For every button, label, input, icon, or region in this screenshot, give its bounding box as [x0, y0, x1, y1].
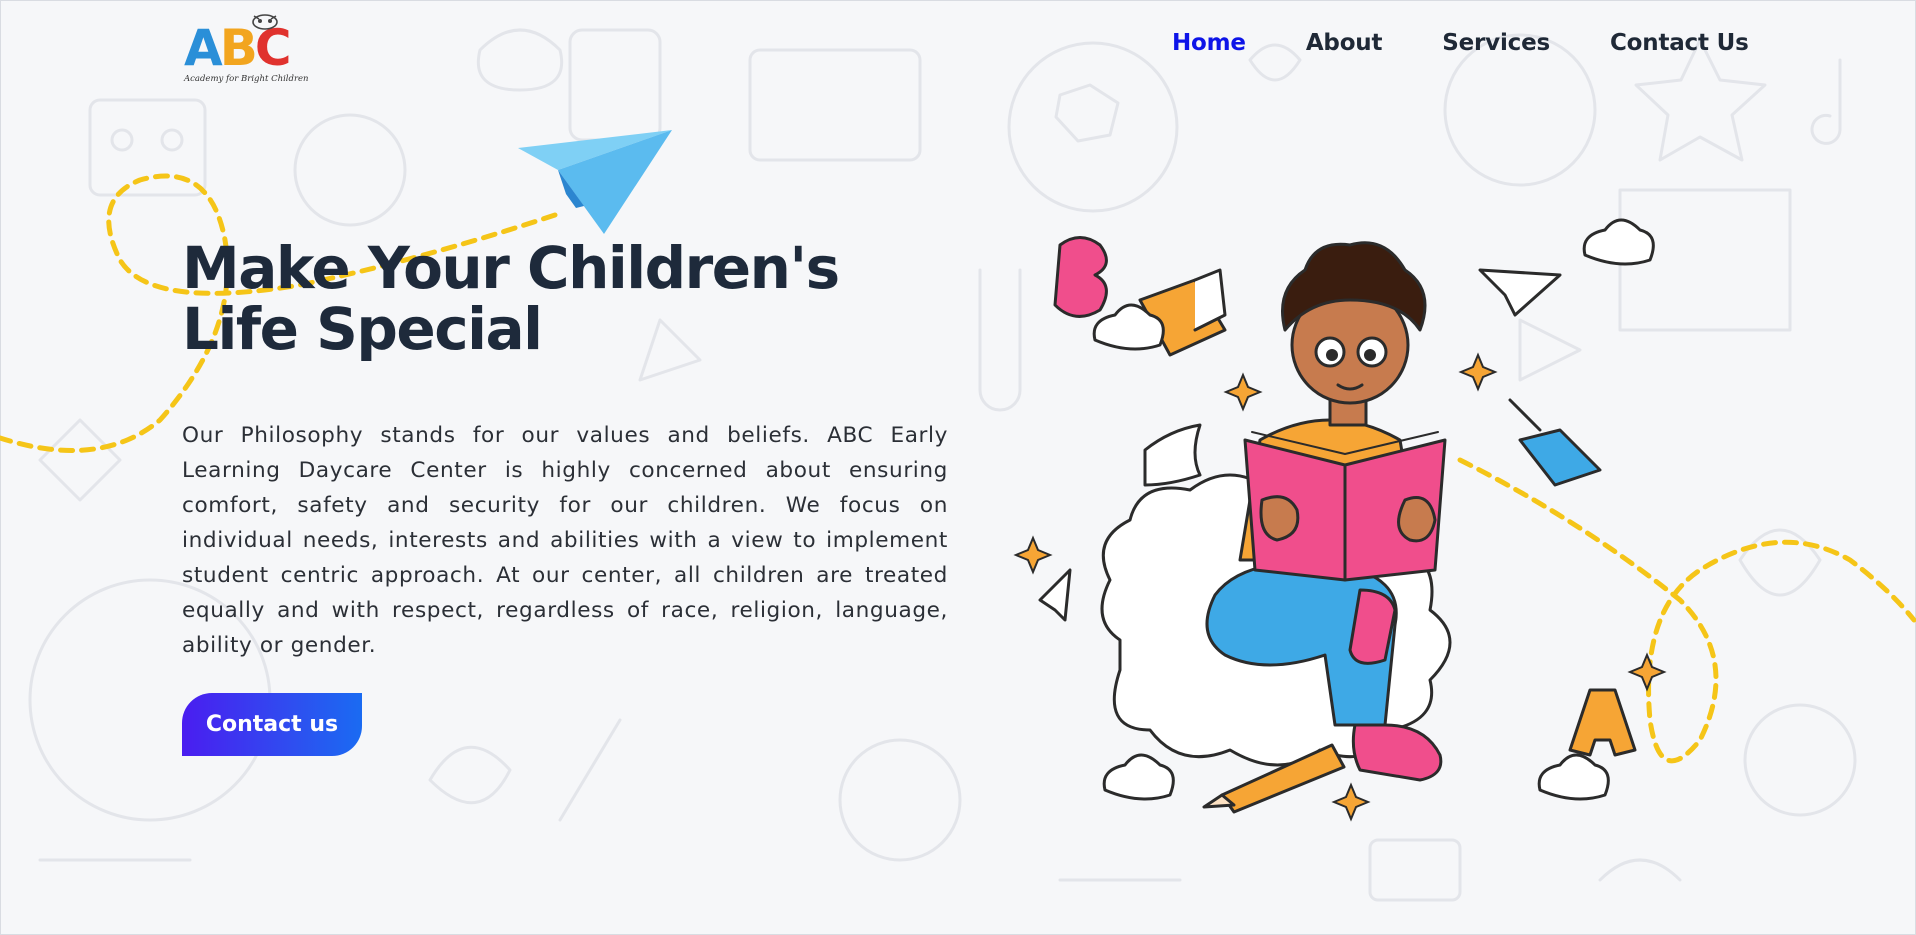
nav-contact-us[interactable]: Contact Us [1610, 30, 1749, 56]
logo-owl-icon [252, 14, 278, 30]
nav-services[interactable]: Services [1442, 30, 1550, 56]
hero-description: Our Philosophy stands for our values and… [182, 423, 948, 658]
main-navigation: Home About Services Contact Us [1172, 26, 1749, 60]
contact-us-button[interactable]: Contact us [182, 693, 362, 756]
child-reading-illustration [1013, 218, 1667, 822]
hero-title: Make Your Children's Life Special [182, 234, 840, 363]
paper-plane-icon [518, 130, 672, 234]
logo-tagline: Academy for Bright Children [184, 74, 309, 84]
nav-home[interactable]: Home [1172, 30, 1246, 56]
nav-about[interactable]: About [1306, 30, 1383, 56]
brand-logo[interactable]: ABC Academy for Bright Children [182, 10, 309, 88]
